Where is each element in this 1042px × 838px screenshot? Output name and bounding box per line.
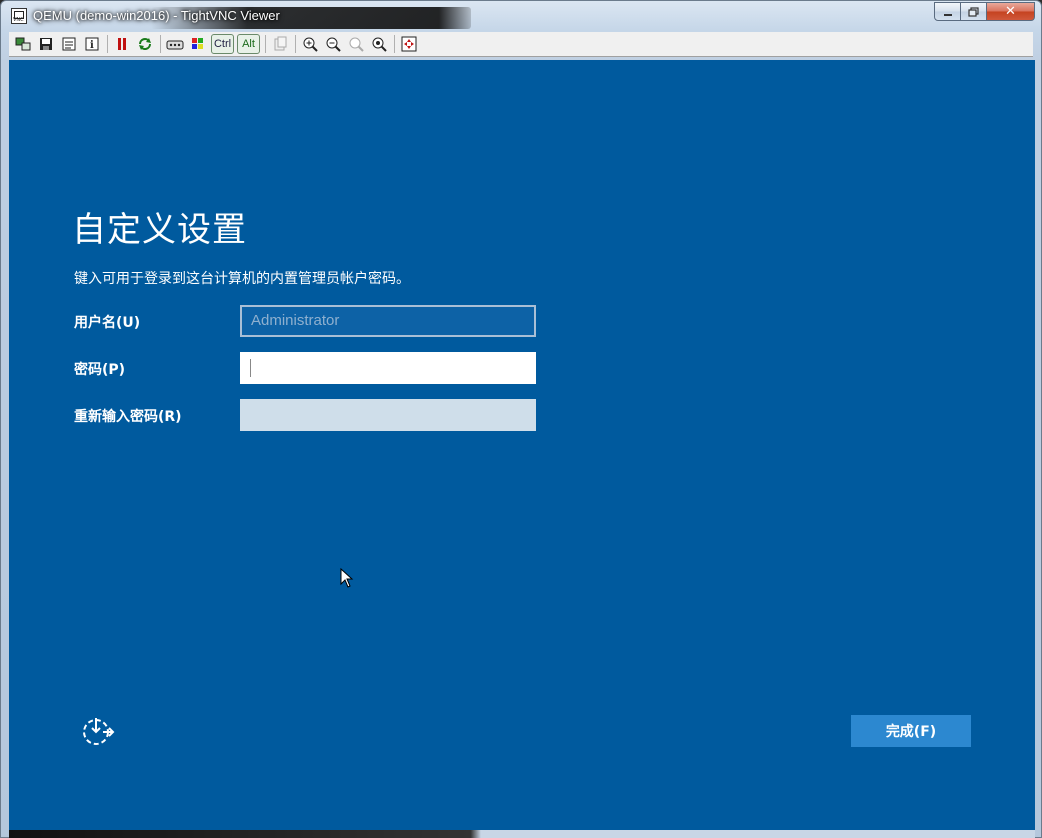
- close-button[interactable]: ✕: [987, 2, 1035, 21]
- toolbar-separator: [265, 35, 266, 53]
- pause-icon[interactable]: [112, 34, 132, 54]
- window-bottom-border: [9, 830, 1035, 838]
- restore-button[interactable]: [961, 2, 987, 21]
- refresh-icon[interactable]: [135, 34, 155, 54]
- vnc-viewer-window: QEMU (demo-win2016) - TightVNC Viewer ✕ …: [0, 0, 1042, 838]
- zoom-100-icon[interactable]: [346, 34, 366, 54]
- fullscreen-icon[interactable]: [399, 34, 419, 54]
- clipboard-icon[interactable]: [270, 34, 290, 54]
- vnc-toolbar: i Ctrl Alt: [9, 32, 1033, 57]
- caption-buttons: ✕: [934, 2, 1035, 22]
- page-description: 键入可用于登录到这台计算机的内置管理员帐户密码。: [74, 271, 410, 287]
- tightvnc-app-icon[interactable]: [11, 8, 27, 24]
- new-connection-icon[interactable]: [13, 34, 33, 54]
- toolbar-separator: [394, 35, 395, 53]
- close-icon: ✕: [1005, 4, 1016, 19]
- minimize-icon: [943, 13, 952, 16]
- username-label: 用户名(U): [74, 315, 141, 331]
- windows-key-icon[interactable]: [188, 34, 208, 54]
- reenter-password-field[interactable]: [240, 399, 536, 431]
- toolbar-separator: [107, 35, 108, 53]
- send-ctrl-alt-del-icon[interactable]: [165, 34, 185, 54]
- ease-of-access-icon[interactable]: [81, 715, 115, 747]
- minimize-button[interactable]: [934, 2, 961, 21]
- username-field[interactable]: Administrator: [240, 305, 536, 337]
- save-icon[interactable]: [36, 34, 56, 54]
- toolbar-separator: [295, 35, 296, 53]
- toolbar-separator: [160, 35, 161, 53]
- zoom-out-icon[interactable]: [323, 34, 343, 54]
- password-field[interactable]: [240, 352, 536, 384]
- zoom-in-icon[interactable]: [300, 34, 320, 54]
- title-bar[interactable]: QEMU (demo-win2016) - TightVNC Viewer ✕: [1, 1, 1041, 31]
- zoom-auto-icon[interactable]: [369, 34, 389, 54]
- password-label: 密码(P): [74, 362, 126, 378]
- ctrl-key-button[interactable]: Ctrl: [211, 34, 234, 54]
- reenter-password-label: 重新输入密码(R): [74, 409, 182, 425]
- window-title: QEMU (demo-win2016) - TightVNC Viewer: [33, 8, 280, 23]
- restore-icon: [968, 6, 979, 17]
- mouse-cursor-icon: [340, 568, 354, 588]
- remote-desktop-screen[interactable]: 自定义设置 键入可用于登录到这台计算机的内置管理员帐户密码。 用户名(U) Ad…: [9, 60, 1035, 830]
- text-caret: [250, 359, 251, 377]
- info-icon[interactable]: i: [82, 34, 102, 54]
- alt-key-button[interactable]: Alt: [237, 34, 260, 54]
- page-title: 自定义设置: [72, 210, 247, 250]
- finish-button[interactable]: 完成(F): [851, 715, 971, 747]
- svg-text:i: i: [90, 40, 94, 51]
- options-icon[interactable]: [59, 34, 79, 54]
